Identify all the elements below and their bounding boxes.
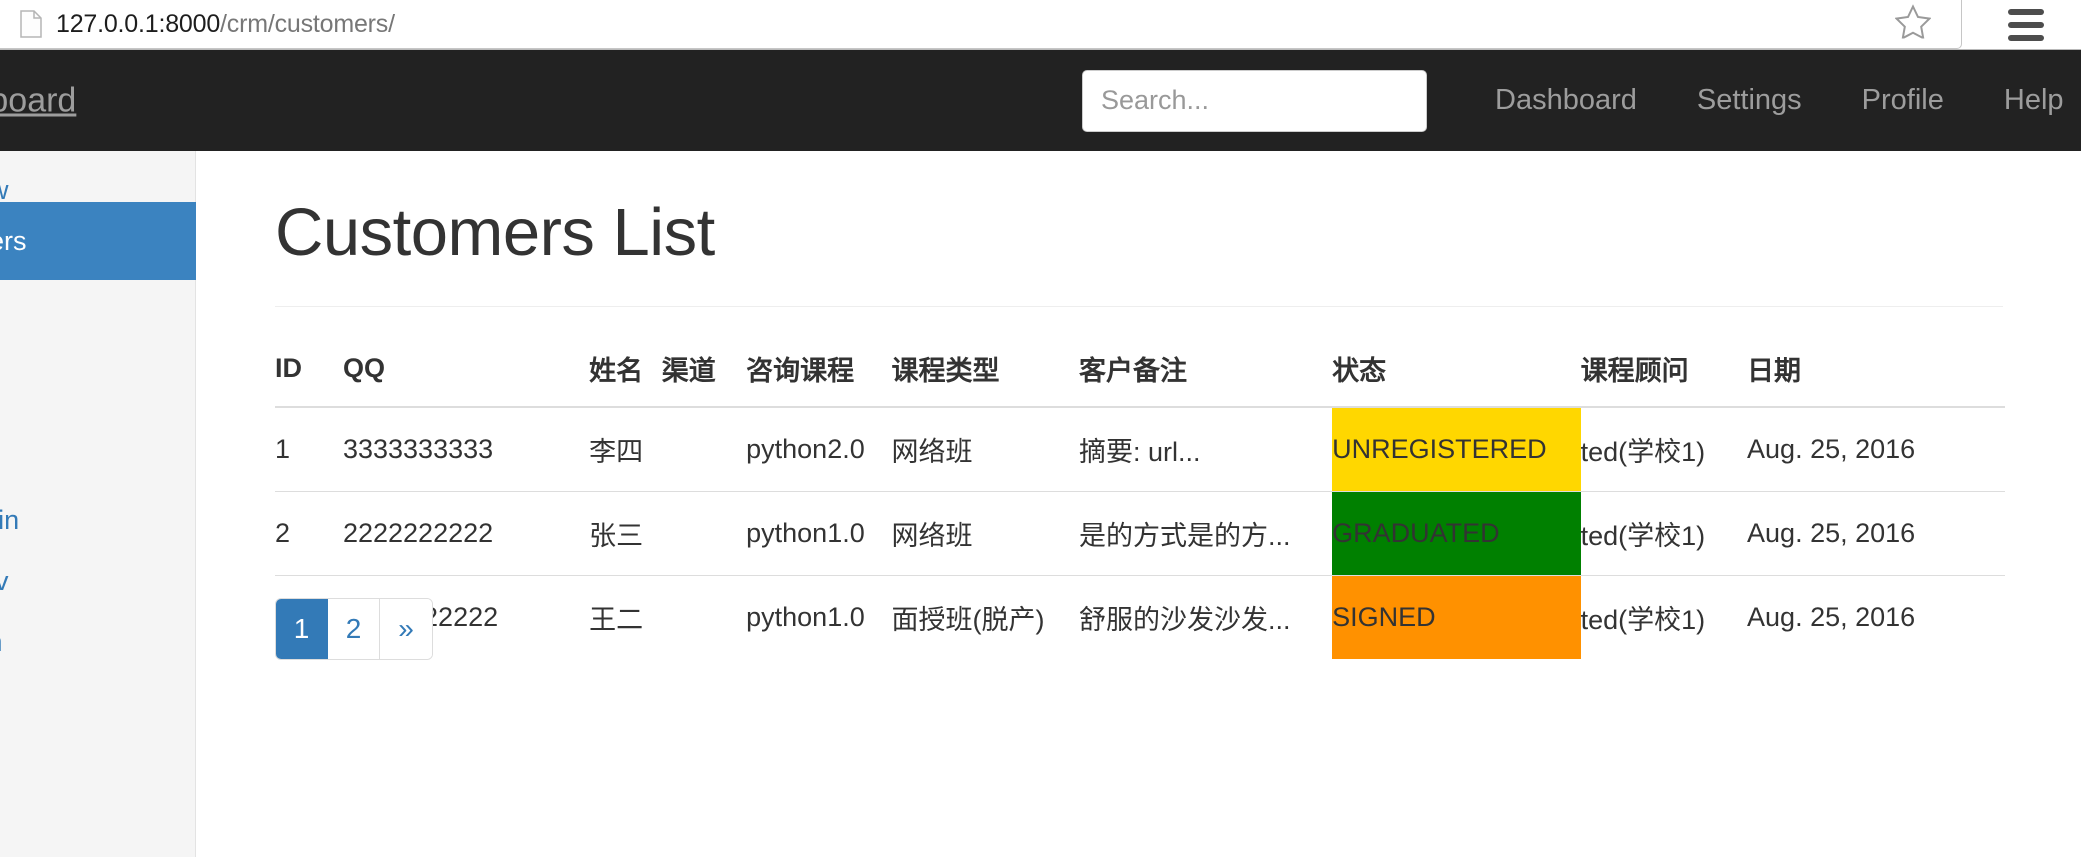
cell-date: Aug. 25, 2016: [1747, 434, 1916, 464]
top-navbar: Dashboard Dashboard Settings Profile Hel…: [0, 50, 2081, 151]
cell-consultant: ted(学校1): [1580, 491, 1748, 576]
cell-consultant: ted(学校1): [1580, 575, 1748, 659]
table-row[interactable]: 3 11111122222 王二 python1.0 面授班(脱产) 舒服的沙发…: [275, 575, 2005, 659]
pagination-page-1[interactable]: 1: [276, 599, 328, 659]
sidebar-item-nav-item[interactable]: Nav item: [0, 603, 196, 681]
cell-course-type: 网络班: [891, 437, 973, 467]
table-body: 1 3333333333 李四 python2.0 网络班 摘要: url...…: [275, 407, 2005, 659]
page-title: Customers List: [275, 195, 715, 270]
cell-course-type: 网络班: [891, 491, 1079, 576]
address-bar[interactable]: 127.0.0.1:8000/crm/customers/: [0, 0, 1962, 49]
table-head: ID QQ 姓名 渠道 咨询课程 课程类型 客户备注 状态 课程顾问 日期: [275, 331, 2005, 408]
cell-name: 李四: [589, 437, 644, 467]
table-row[interactable]: 1 3333333333 李四 python2.0 网络班 摘要: url...…: [275, 407, 2005, 492]
browser-toolbar: 127.0.0.1:8000/crm/customers/: [0, 0, 2081, 50]
star-icon[interactable]: [1894, 4, 1932, 44]
url-text: 127.0.0.1:8000/crm/customers/: [56, 10, 395, 39]
column-header-name[interactable]: 姓名: [589, 331, 662, 408]
column-header-qq[interactable]: QQ: [342, 331, 590, 408]
column-header-date[interactable]: 日期: [1747, 331, 2005, 408]
cell-course-type: 面授班(脱产): [891, 575, 1079, 659]
sidebar-item-customers[interactable]: Customers: [0, 202, 196, 280]
column-header-course-type[interactable]: 课程类型: [891, 331, 1079, 408]
sidebar-item-label: Link again: [0, 504, 20, 535]
pagination-page-2[interactable]: 2: [328, 599, 380, 659]
cell-note: 摘要: url...: [1078, 437, 1201, 467]
status-badge: UNREGISTERED: [1332, 407, 1581, 492]
cell-name: 张三: [589, 491, 662, 576]
hamburger-menu-icon[interactable]: [1991, 0, 2061, 50]
cell-id: 2: [275, 491, 343, 576]
sidebar-item-label: Customers: [0, 225, 27, 256]
title-divider: [275, 306, 2003, 307]
cell-note: 舒服的沙发沙发...: [1078, 575, 1333, 659]
cell-channel: [662, 407, 746, 492]
nav-link-settings[interactable]: Settings: [1667, 84, 1832, 117]
navbar-brand[interactable]: Dashboard: [0, 81, 76, 120]
customers-table-wrapper: ID QQ 姓名 渠道 咨询课程 课程类型 客户备注 状态 课程顾问 日期 1 …: [275, 331, 2005, 659]
hamburger-line: [2008, 35, 2044, 41]
customers-table: ID QQ 姓名 渠道 咨询课程 课程类型 客户备注 状态 课程顾问 日期 1 …: [275, 331, 2005, 659]
cell-date: Aug. 25, 2016: [1747, 575, 2005, 659]
nav-link-dashboard[interactable]: Dashboard: [1465, 84, 1667, 117]
nav-link-profile[interactable]: Profile: [1832, 84, 1974, 117]
table-row[interactable]: 2 2222222222 张三 python1.0 网络班 是的方式是的方...…: [275, 491, 2005, 576]
cell-course: python2.0: [746, 434, 865, 464]
main-content: Customers List ID QQ 姓名 渠道 咨询课程 课程类型 客户备…: [197, 151, 2081, 857]
cell-channel: [661, 491, 747, 576]
column-header-status[interactable]: 状态: [1332, 331, 1581, 408]
cell-qq: 3333333333: [342, 434, 494, 464]
column-header-channel[interactable]: 渠道: [661, 331, 747, 408]
sidebar-item-label: Overview: [0, 175, 9, 206]
cell-id: 1: [275, 434, 291, 464]
column-header-course[interactable]: 咨询课程: [746, 331, 892, 408]
document-icon: [20, 10, 42, 38]
column-header-note[interactable]: 客户备注: [1078, 331, 1333, 408]
sidebar-item-label: More nav: [0, 565, 9, 596]
cell-course: python1.0: [746, 491, 892, 576]
cell-consultant: ted(学校1): [1580, 437, 1706, 467]
hamburger-line: [2008, 22, 2044, 28]
sidebar-item-reports[interactable]: Reports: [0, 280, 196, 358]
column-header-id[interactable]: ID: [275, 331, 343, 408]
cell-date: Aug. 25, 2016: [1747, 491, 2005, 576]
cell-channel: [661, 575, 747, 659]
navbar-links: Dashboard Settings Profile Help: [1465, 50, 2081, 151]
pagination-next[interactable]: »: [380, 599, 432, 659]
nav-link-help[interactable]: Help: [1974, 84, 2081, 117]
search-input[interactable]: [1082, 69, 1427, 132]
table-header-row: ID QQ 姓名 渠道 咨询课程 课程类型 客户备注 状态 课程顾问 日期: [275, 331, 2005, 408]
cell-note: 是的方式是的方...: [1078, 491, 1333, 576]
sidebar-item-label: Nav item: [0, 627, 3, 658]
hamburger-line: [2008, 9, 2044, 15]
cell-course: python1.0: [746, 575, 892, 659]
column-header-consultant[interactable]: 课程顾问: [1580, 331, 1748, 408]
cell-name: 王二: [589, 575, 662, 659]
url-path: /crm/customers/: [220, 9, 395, 38]
url-host: 127.0.0.1:8000: [56, 9, 221, 38]
status-badge: GRADUATED: [1332, 491, 1581, 576]
pagination: 1 2 »: [275, 598, 433, 660]
sidebar: Overview Customers Reports Link again Mo…: [0, 151, 196, 857]
status-badge: SIGNED: [1332, 575, 1581, 659]
cell-qq: 2222222222: [342, 491, 590, 576]
